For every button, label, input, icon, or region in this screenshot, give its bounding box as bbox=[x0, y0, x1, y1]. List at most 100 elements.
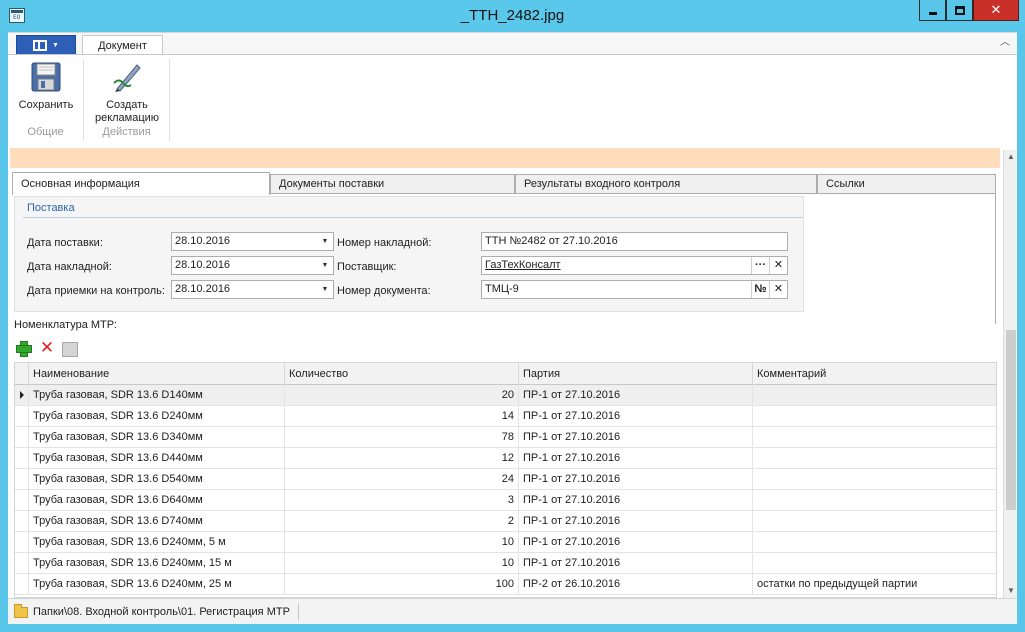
cell-comment[interactable] bbox=[753, 532, 996, 552]
minimize-button[interactable] bbox=[919, 0, 946, 21]
more-icon[interactable]: ··· bbox=[751, 257, 769, 274]
cell-name[interactable]: Труба газовая, SDR 13.6 D540мм bbox=[29, 469, 285, 489]
delivery-date-field[interactable]: 28.10.2016 ▼ bbox=[171, 232, 334, 251]
tab-control-results[interactable]: Результаты входного контроля bbox=[515, 174, 817, 194]
cell-batch[interactable]: ПР-1 от 27.10.2016 bbox=[519, 490, 753, 510]
cell-batch[interactable]: ПР-1 от 27.10.2016 bbox=[519, 532, 753, 552]
column-header-name[interactable]: Наименование bbox=[29, 363, 285, 385]
row-indicator[interactable] bbox=[15, 448, 29, 468]
cell-batch[interactable]: ПР-1 от 27.10.2016 bbox=[519, 511, 753, 531]
cell-name[interactable]: Труба газовая, SDR 13.6 D240мм, 5 м bbox=[29, 532, 285, 552]
cell-qty[interactable]: 3 bbox=[285, 490, 519, 510]
table-row[interactable]: Труба газовая, SDR 13.6 D740мм 2 ПР-1 от 2… bbox=[15, 511, 996, 532]
cell-comment[interactable] bbox=[753, 553, 996, 573]
doc-number-field[interactable]: ТМЦ-9 № ✕ bbox=[481, 280, 788, 299]
row-indicator[interactable] bbox=[15, 553, 29, 573]
table-row[interactable]: Труба газовая, SDR 13.6 D440мм 12 ПР-1 от … bbox=[15, 448, 996, 469]
cell-comment[interactable] bbox=[753, 385, 996, 405]
row-indicator[interactable] bbox=[15, 427, 29, 447]
row-indicator[interactable] bbox=[15, 385, 29, 405]
table-row[interactable]: Труба газовая, SDR 13.6 D240мм, 5 м 10 ПР-… bbox=[15, 532, 996, 553]
invoice-date-field[interactable]: 28.10.2016 ▼ bbox=[171, 256, 334, 275]
cell-comment[interactable] bbox=[753, 511, 996, 531]
scroll-up-icon[interactable]: ▲ bbox=[1004, 150, 1018, 164]
cell-comment[interactable] bbox=[753, 406, 996, 426]
cell-batch[interactable]: ПР-1 от 27.10.2016 bbox=[519, 469, 753, 489]
scroll-down-icon[interactable]: ▼ bbox=[1004, 584, 1018, 598]
table-row[interactable]: Труба газовая, SDR 13.6 D340мм 78 ПР-1 от … bbox=[15, 427, 996, 448]
table-row[interactable]: Труба газовая, SDR 13.6 D240мм, 15 м 10 ПР… bbox=[15, 553, 996, 574]
cell-qty[interactable]: 78 bbox=[285, 427, 519, 447]
row-indicator[interactable] bbox=[15, 532, 29, 552]
cell-name[interactable]: Труба газовая, SDR 13.6 D240мм, 15 м bbox=[29, 553, 285, 573]
collapse-ribbon-icon[interactable]: ︿ bbox=[999, 37, 1011, 49]
app-menu-button[interactable]: ▼ bbox=[16, 35, 76, 55]
number-generate-button[interactable]: № bbox=[751, 281, 769, 298]
cell-comment[interactable] bbox=[753, 490, 996, 510]
cell-comment[interactable] bbox=[753, 469, 996, 489]
cell-name[interactable]: Труба газовая, SDR 13.6 D740мм bbox=[29, 511, 285, 531]
row-indicator-header bbox=[15, 363, 29, 385]
column-header-comment[interactable]: Комментарий bbox=[753, 363, 996, 385]
table-row[interactable]: Труба газовая, SDR 13.6 D540мм 24 ПР-1 от … bbox=[15, 469, 996, 490]
cell-qty[interactable]: 14 bbox=[285, 406, 519, 426]
cell-comment[interactable] bbox=[753, 448, 996, 468]
column-header-batch[interactable]: Партия bbox=[519, 363, 753, 385]
cell-batch[interactable]: ПР-1 от 27.10.2016 bbox=[519, 406, 753, 426]
row-indicator[interactable] bbox=[15, 490, 29, 510]
column-header-qty[interactable]: Количество bbox=[285, 363, 519, 385]
cell-qty[interactable]: 20 bbox=[285, 385, 519, 405]
cell-qty[interactable]: 2 bbox=[285, 511, 519, 531]
tab-links[interactable]: Ссылки bbox=[817, 174, 996, 194]
vertical-scrollbar[interactable]: ▲ ▼ bbox=[1003, 150, 1017, 598]
table-row[interactable]: Труба газовая, SDR 13.6 D240мм 14 ПР-1 от … bbox=[15, 406, 996, 427]
table-row[interactable]: Труба газовая, SDR 13.6 D140мм 20 ПР-1 от … bbox=[15, 385, 996, 406]
maximize-button[interactable] bbox=[946, 0, 973, 21]
row-indicator[interactable] bbox=[15, 406, 29, 426]
table-row[interactable]: Труба газовая, SDR 13.6 D640мм 3 ПР-1 от 2… bbox=[15, 490, 996, 511]
chevron-down-icon[interactable]: ▼ bbox=[317, 257, 333, 274]
cell-comment[interactable]: остатки по предыдущей партии bbox=[753, 574, 996, 594]
select-all-icon[interactable] bbox=[62, 341, 78, 357]
add-icon[interactable] bbox=[14, 339, 32, 357]
save-button[interactable]: Сохранить bbox=[12, 59, 80, 112]
cell-qty[interactable]: 10 bbox=[285, 553, 519, 573]
table-row[interactable]: Труба газовая, SDR 13.6 D240мм, 25 м 100 П… bbox=[15, 574, 996, 595]
ribbon-tab-document[interactable]: Документ bbox=[82, 35, 163, 56]
row-indicator[interactable] bbox=[15, 511, 29, 531]
clear-icon[interactable]: ✕ bbox=[769, 257, 787, 274]
supplier-field[interactable]: ГазТехКонсалт ··· ✕ bbox=[481, 256, 788, 275]
cell-name[interactable]: Труба газовая, SDR 13.6 D640мм bbox=[29, 490, 285, 510]
tab-main-info[interactable]: Основная информация bbox=[12, 172, 270, 195]
folder-path[interactable]: Папки\08. Входной контроль\01. Регистрац… bbox=[14, 603, 299, 621]
chevron-down-icon[interactable]: ▼ bbox=[317, 233, 333, 250]
cell-name[interactable]: Труба газовая, SDR 13.6 D240мм bbox=[29, 406, 285, 426]
cell-batch[interactable]: ПР-1 от 27.10.2016 bbox=[519, 427, 753, 447]
scrollbar-thumb[interactable] bbox=[1006, 330, 1016, 510]
invoice-number-value: ТТН №2482 от 27.10.2016 bbox=[485, 235, 618, 247]
cell-batch[interactable]: ПР-1 от 27.10.2016 bbox=[519, 448, 753, 468]
clear-icon[interactable]: ✕ bbox=[769, 281, 787, 298]
tab-delivery-docs[interactable]: Документы поставки bbox=[270, 174, 515, 194]
cell-comment[interactable] bbox=[753, 427, 996, 447]
cell-qty[interactable]: 24 bbox=[285, 469, 519, 489]
cell-name[interactable]: Труба газовая, SDR 13.6 D340мм bbox=[29, 427, 285, 447]
cell-batch[interactable]: ПР-2 от 26.10.2016 bbox=[519, 574, 753, 594]
cell-qty[interactable]: 12 bbox=[285, 448, 519, 468]
cell-batch[interactable]: ПР-1 от 27.10.2016 bbox=[519, 385, 753, 405]
control-date-field[interactable]: 28.10.2016 ▼ bbox=[171, 280, 334, 299]
delete-icon[interactable]: ✕ bbox=[38, 339, 56, 357]
create-claim-button[interactable]: Создать рекламацию bbox=[88, 59, 166, 125]
supplier-link[interactable]: ГазТехКонсалт bbox=[485, 259, 561, 271]
chevron-down-icon[interactable]: ▼ bbox=[317, 281, 333, 298]
cell-name[interactable]: Труба газовая, SDR 13.6 D440мм bbox=[29, 448, 285, 468]
close-button[interactable]: ✕ bbox=[973, 0, 1019, 21]
cell-name[interactable]: Труба газовая, SDR 13.6 D240мм, 25 м bbox=[29, 574, 285, 594]
cell-qty[interactable]: 100 bbox=[285, 574, 519, 594]
invoice-number-field[interactable]: ТТН №2482 от 27.10.2016 bbox=[481, 232, 788, 251]
cell-batch[interactable]: ПР-1 от 27.10.2016 bbox=[519, 553, 753, 573]
row-indicator[interactable] bbox=[15, 469, 29, 489]
cell-qty[interactable]: 10 bbox=[285, 532, 519, 552]
cell-name[interactable]: Труба газовая, SDR 13.6 D140мм bbox=[29, 385, 285, 405]
row-indicator[interactable] bbox=[15, 574, 29, 594]
